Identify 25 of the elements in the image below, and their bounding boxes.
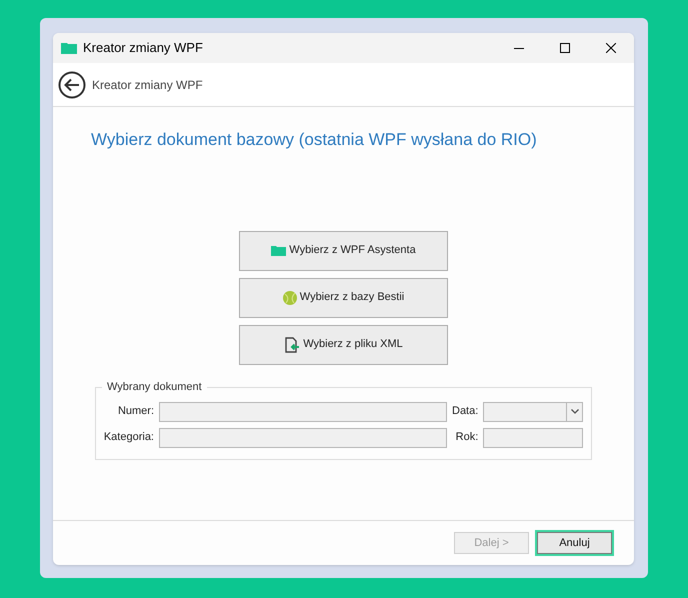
input-field[interactable] — [159, 402, 447, 422]
field-label: Data: — [452, 404, 478, 420]
back-button[interactable] — [58, 70, 86, 98]
folder-icon — [271, 245, 286, 256]
window-title: Kreator zmiany WPF — [83, 39, 203, 58]
page-heading: Wybierz dokument bazowy (ostatnia WPF wysłana do RIO) — [91, 129, 538, 151]
header-title: Kreator zmiany WPF — [92, 76, 203, 94]
field-label: Rok: — [454, 430, 478, 446]
option-button[interactable]: Wybierz z WPF Asystenta — [239, 230, 448, 270]
option-button[interactable]: Wybierz z bazy Bestii — [239, 278, 448, 318]
field-label: Numer: — [116, 404, 154, 420]
input-field[interactable] — [483, 428, 584, 448]
chevron-down-icon — [570, 409, 579, 414]
maximize-icon — [560, 43, 570, 53]
option-button[interactable]: Wybierz z pliku XML — [239, 324, 448, 364]
back-icon — [58, 70, 86, 98]
field-label: Kategoria: — [102, 430, 154, 446]
group-title: Wybrany dokument — [102, 380, 207, 394]
input-field[interactable] — [159, 428, 447, 448]
close-icon — [606, 43, 616, 53]
folder-icon — [61, 42, 77, 54]
footer-button[interactable]: Anuluj — [537, 532, 612, 554]
date-dropdown[interactable] — [483, 402, 584, 422]
file-import-icon — [284, 336, 300, 352]
ball-icon — [282, 290, 297, 304]
